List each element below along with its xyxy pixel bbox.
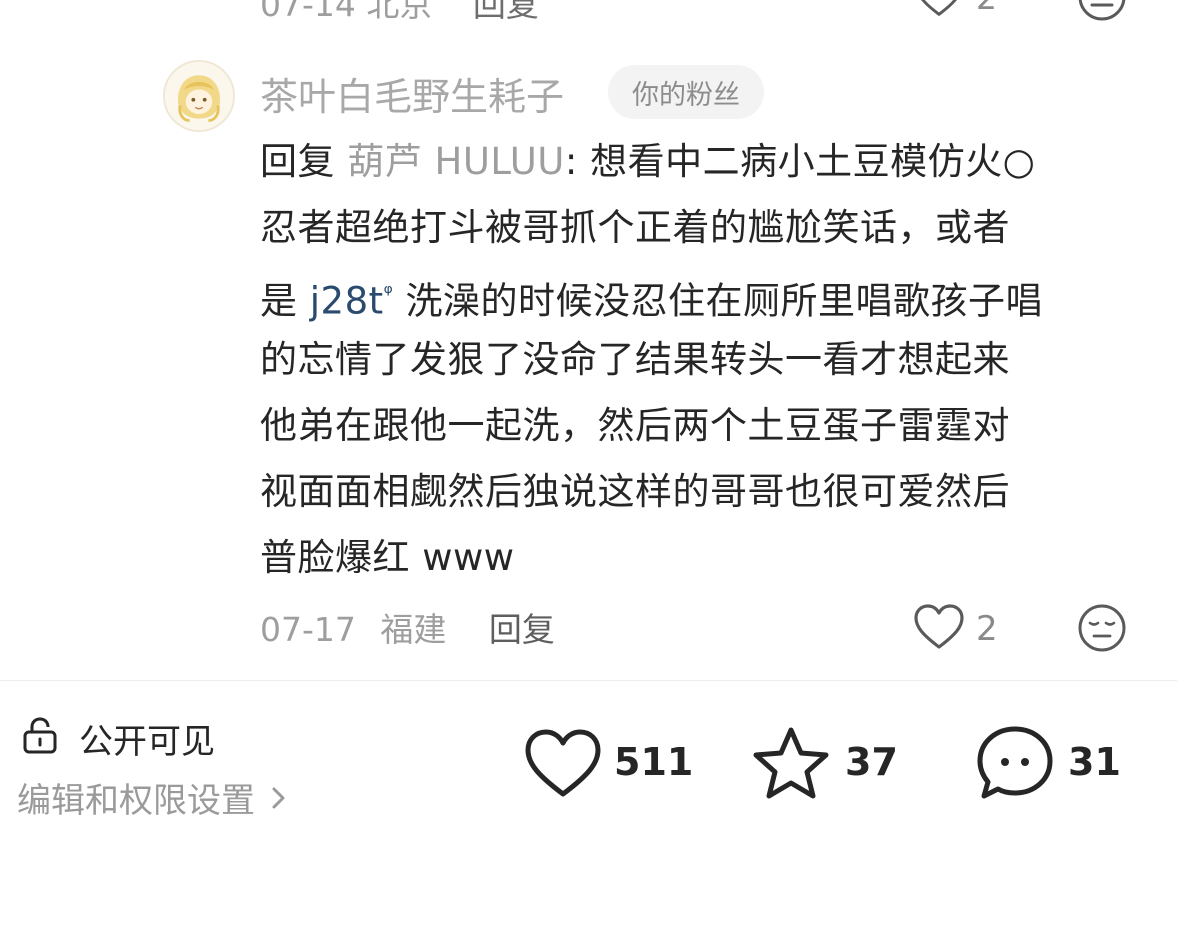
comment-line: 回复 葫芦 HULUU: 想看中二病小土豆模仿火○: [260, 129, 1140, 195]
comment-line-text: 洗澡的时候没忍住在厕所里唱歌孩子唱: [393, 279, 1044, 323]
previous-comment-meta: 07-14 北京 回复 2: [0, 0, 1177, 24]
like-count: 511: [614, 740, 694, 784]
avatar[interactable]: [163, 60, 235, 132]
comment-line-prefix: 是: [260, 279, 310, 323]
lock-icon: [23, 717, 57, 754]
heart-icon[interactable]: [524, 728, 602, 800]
previous-comment-location: 北京: [366, 0, 433, 24]
comment-meta: 07-17 福建 回复: [260, 603, 555, 651]
comment-line-text: 视面面相觑然后独说这样的哥哥也很可爱然后: [260, 470, 1010, 513]
comment-line: 普脸爆红 www: [260, 525, 1140, 591]
divider: [0, 680, 1177, 681]
comment-username[interactable]: 茶叶白毛野生耗子: [260, 66, 564, 121]
previous-comment-date: 07-14: [260, 0, 356, 24]
comment-date: 07-17: [260, 610, 356, 649]
comment-line-text: 的忘情了发狠了没命了结果转头一看才想起来: [260, 338, 1010, 381]
comment-line: 他弟在跟他一起洗，然后两个土豆蛋子雷霆对: [260, 393, 1140, 459]
link-search-icon[interactable]: ᵠ: [384, 281, 394, 306]
comment-line: 视面面相觑然后独说这样的哥哥也很可爱然后: [260, 459, 1140, 525]
comment-line-text: 忍者超绝打斗被哥抓个正着的尴尬笑话，或者: [260, 206, 1010, 249]
edit-permissions-label: 编辑和权限设置: [17, 781, 255, 821]
visibility-label[interactable]: 公开可见: [79, 714, 215, 763]
comment-line-text: : 想看中二病小土豆模仿火○: [564, 140, 1036, 183]
edit-permissions-link[interactable]: 编辑和权限设置: [17, 773, 289, 822]
topic-link[interactable]: j28t: [310, 279, 384, 322]
comment-line-text: 他弟在跟他一起洗，然后两个土豆蛋子雷霆对: [260, 404, 1010, 447]
avatar-image: [165, 62, 233, 130]
comment-count: 31: [1068, 740, 1121, 784]
chevron-right-icon: [272, 787, 285, 808]
chat-bubble-icon[interactable]: [976, 725, 1054, 801]
comment-body: 回复 葫芦 HULUU: 想看中二病小土豆模仿火○ 忍者超绝打斗被哥抓个正着的尴…: [260, 129, 1140, 591]
previous-comment-date-location: 07-14 北京 回复: [260, 0, 539, 26]
comment-location: 福建: [380, 610, 447, 649]
reply-button[interactable]: 回复: [489, 610, 555, 649]
note-comments-page: 07-14 北京 回复 2 茶叶白毛野生耗子 你的粉丝 回复 葫芦 HULUU:: [0, 0, 1177, 950]
star-icon[interactable]: [751, 725, 831, 801]
comment-line: 忍者超绝打斗被哥抓个正着的尴尬笑话，或者: [260, 195, 1140, 261]
comment-like-count: 2: [976, 609, 998, 649]
heart-outline-icon[interactable]: [914, 0, 964, 18]
comment-line: 的忘情了发狠了没命了结果转头一看才想起来: [260, 327, 1140, 393]
previous-comment-reply-button[interactable]: 回复: [473, 0, 539, 24]
emoji-face-icon[interactable]: [1077, 0, 1127, 22]
fan-badge: 你的粉丝: [608, 65, 764, 119]
reply-prefix: 回复: [260, 140, 348, 183]
comment-line: 是 j28tᵠ 洗澡的时候没忍住在厕所里唱歌孩子唱: [260, 261, 1140, 327]
emoji-face-icon[interactable]: [1077, 603, 1127, 653]
comment-line-text: 普脸爆红 www: [260, 536, 515, 579]
heart-outline-icon[interactable]: [913, 603, 965, 651]
star-count: 37: [845, 740, 898, 784]
mentioned-user[interactable]: 葫芦 HULUU: [347, 140, 565, 183]
previous-comment-like-count: 2: [976, 0, 997, 17]
